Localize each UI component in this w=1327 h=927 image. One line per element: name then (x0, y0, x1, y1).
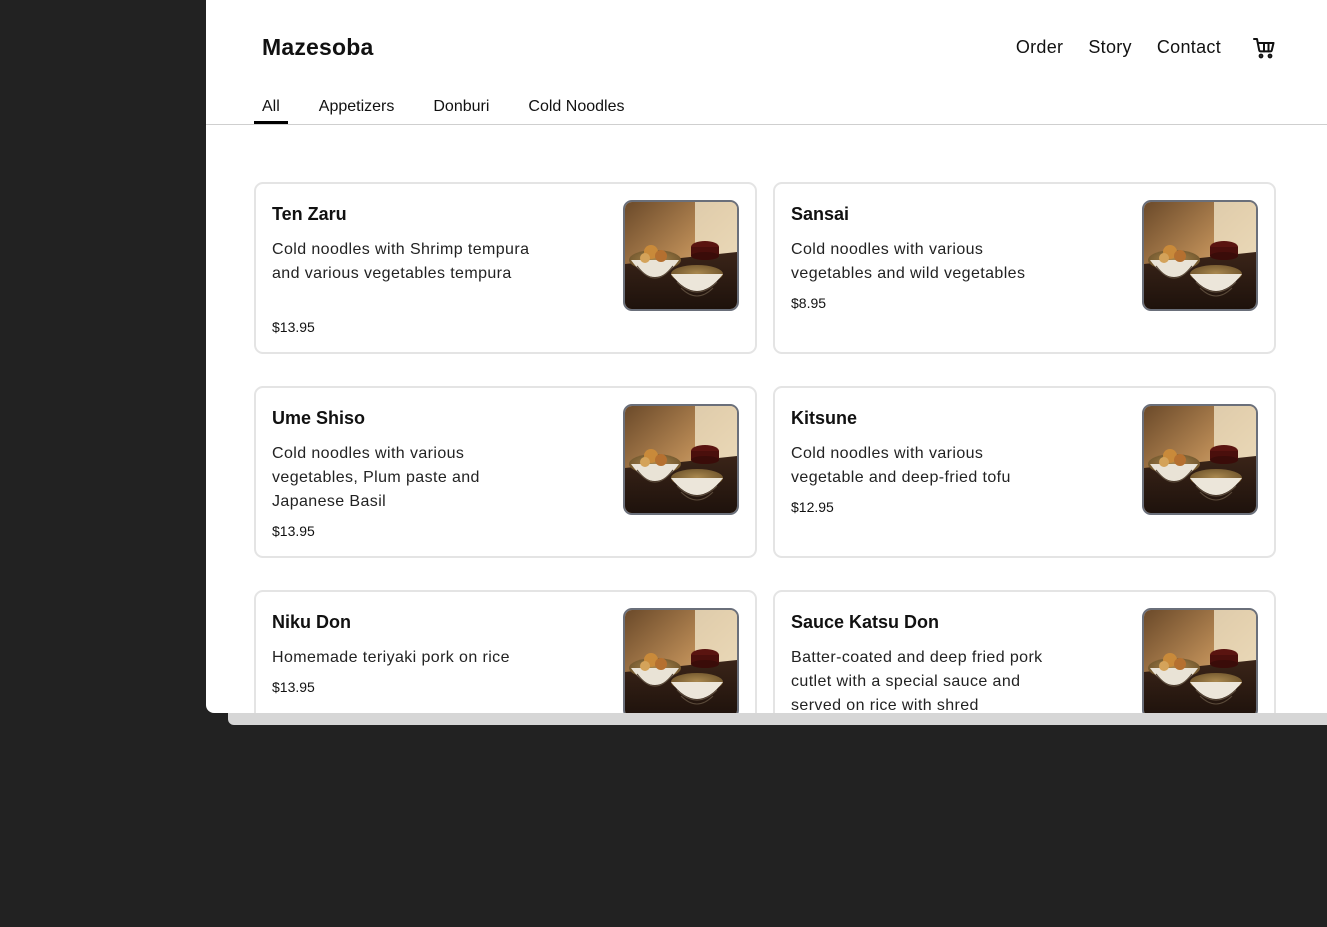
cart-icon[interactable] (1252, 36, 1276, 60)
item-price: $12.95 (791, 499, 834, 515)
menu-item-card[interactable]: Ten Zaru Cold noodles with Shrimp tempur… (254, 182, 757, 354)
nav-order[interactable]: Order (1016, 37, 1064, 58)
menu-item-card[interactable]: Niku Don Homemade teriyaki pork on rice … (254, 590, 757, 713)
menu-item-card[interactable]: Kitsune Cold noodles with various vegeta… (773, 386, 1276, 558)
item-price: $8.95 (791, 295, 827, 311)
tab-all[interactable]: All (254, 98, 288, 125)
menu-item-card[interactable]: Sauce Katsu Don Batter-coated and deep f… (773, 590, 1276, 713)
item-name: Ume Shiso (272, 408, 366, 428)
food-photo (1142, 200, 1258, 311)
item-description: Cold noodles with various vegetable and … (791, 445, 1011, 486)
item-name: Kitsune (791, 408, 858, 428)
item-description: Cold noodles with various vegetables, Pl… (272, 445, 480, 510)
menu-grid: Ten Zaru Cold noodles with Shrimp tempur… (254, 182, 1276, 713)
item-description: Cold noodles with Shrimp tempura and var… (272, 241, 530, 282)
browser-window: Mazesoba Order Story Contact All Appetiz… (206, 0, 1327, 713)
menu-item-card[interactable]: Sansai Cold noodles with various vegetab… (773, 182, 1276, 354)
food-photo (623, 608, 739, 713)
item-price: $13.95 (272, 679, 315, 695)
food-photo (623, 200, 739, 311)
item-name: Sansai (791, 204, 850, 224)
item-name: Niku Don (272, 612, 351, 632)
food-photo (1142, 608, 1258, 713)
nav-story[interactable]: Story (1088, 37, 1132, 58)
category-tabs: All Appetizers Donburi Cold Noodles (254, 98, 655, 125)
item-description: Batter-coated and deep fried pork cutlet… (791, 649, 1043, 713)
brand-logo[interactable]: Mazesoba (262, 34, 374, 61)
item-description: Homemade teriyaki pork on rice (272, 649, 510, 666)
item-name: Ten Zaru (272, 204, 347, 224)
item-description: Cold noodles with various vegetables and… (791, 241, 1026, 282)
tab-donburi[interactable]: Donburi (425, 98, 497, 125)
item-price: $13.95 (272, 523, 315, 539)
nav-contact[interactable]: Contact (1157, 37, 1221, 58)
food-photo (1142, 404, 1258, 515)
tab-appetizers[interactable]: Appetizers (311, 98, 403, 125)
tabs-divider (206, 124, 1327, 125)
main-nav: Order Story Contact (991, 37, 1221, 58)
food-photo (623, 404, 739, 515)
tab-cold-noodles[interactable]: Cold Noodles (520, 98, 632, 125)
item-price: $13.95 (272, 319, 315, 335)
menu-item-card[interactable]: Ume Shiso Cold noodles with various vege… (254, 386, 757, 558)
item-name: Sauce Katsu Don (791, 612, 940, 632)
